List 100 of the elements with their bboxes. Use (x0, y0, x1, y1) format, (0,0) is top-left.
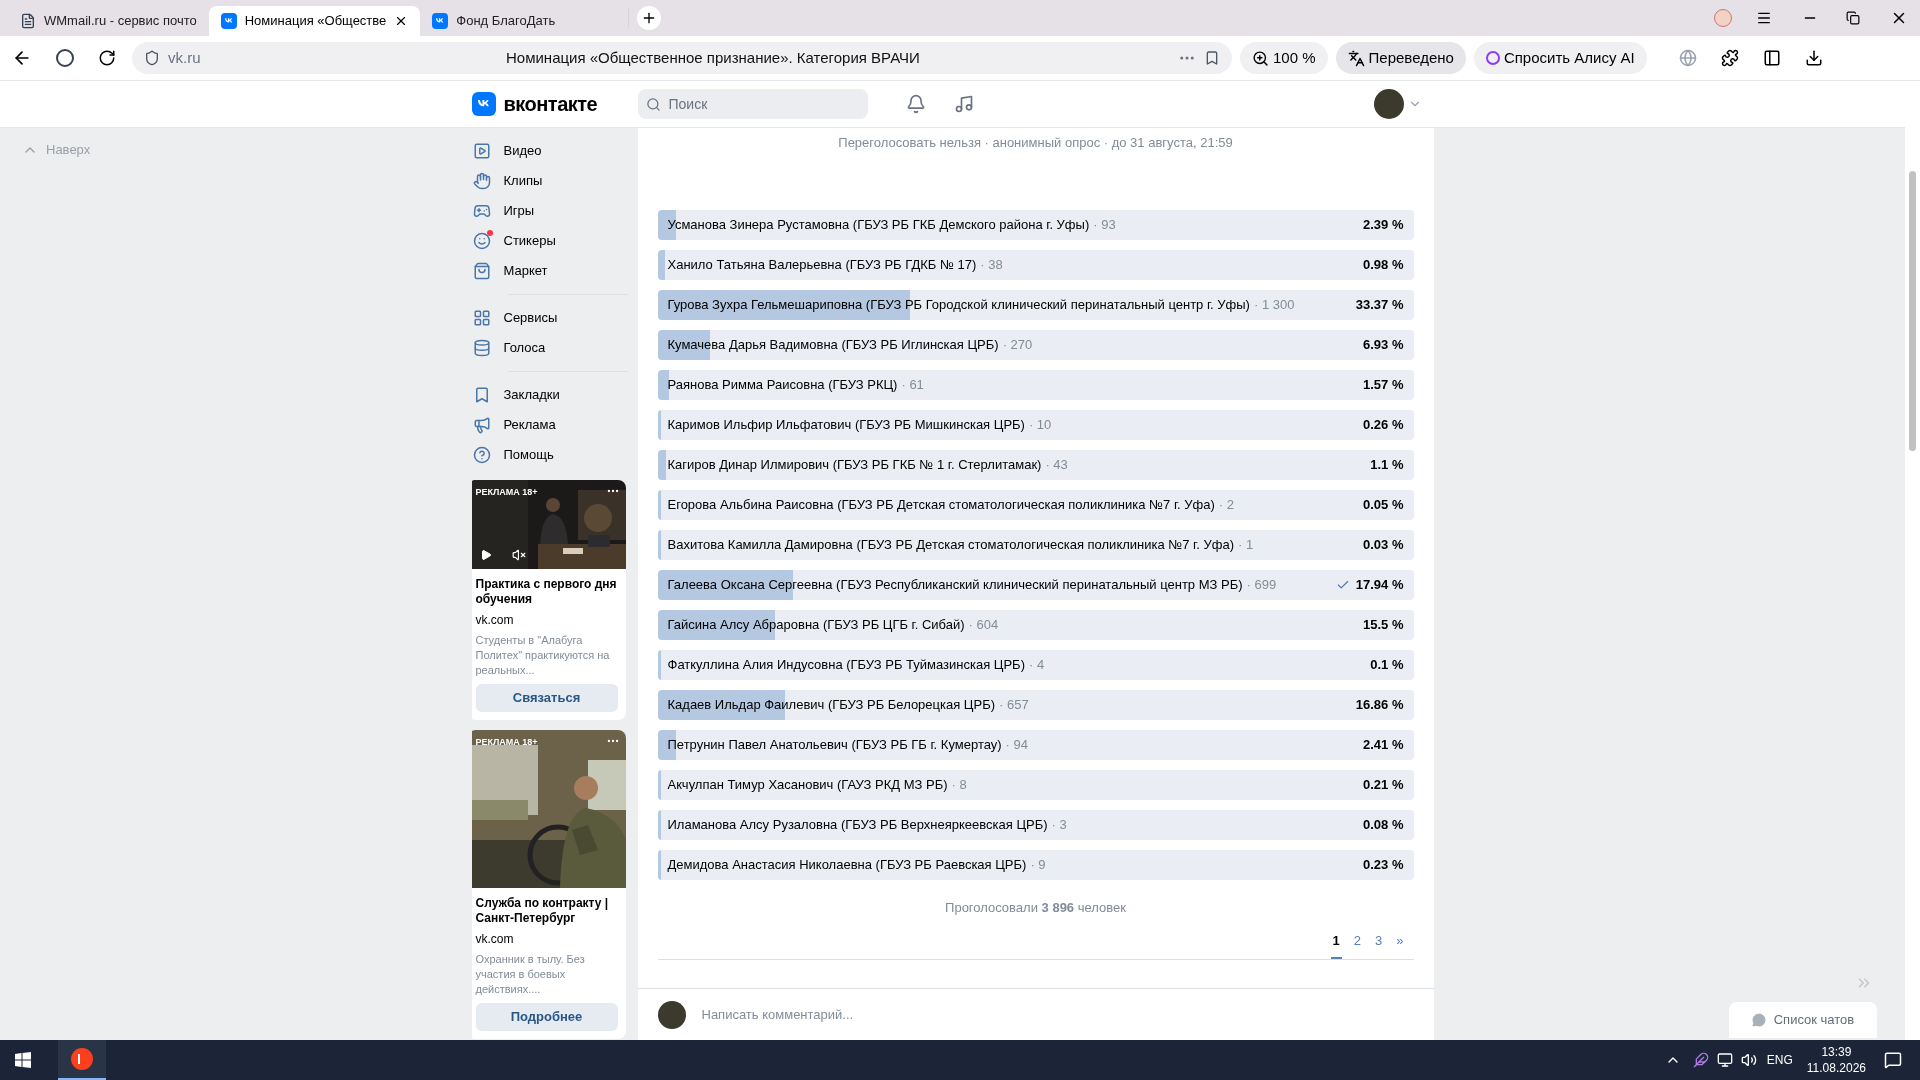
translate-button[interactable]: Переведено (1335, 42, 1466, 74)
nav-item[interactable]: Закладки (471, 380, 628, 410)
option-text: Каримов Ильфир Ильфатович (ГБУЗ РБ Мишкинская ЦРБ) (667, 415, 1025, 434)
vk-logo-text[interactable]: вконтакте (503, 89, 598, 119)
option-text: Акчулпан Тимур Хасанович (ГАУЗ РКД МЗ РБ) (667, 775, 948, 794)
shield-icon (144, 50, 160, 66)
volume-icon[interactable] (1740, 1052, 1757, 1068)
feather-icon[interactable] (1692, 1052, 1709, 1068)
ad-domain[interactable]: vk.com (475, 611, 618, 629)
restore-icon[interactable] (1846, 11, 1860, 25)
vote-count: · 270 (1002, 335, 1033, 354)
option-text: Иламанова Алсу Рузаловна (ГБУЗ РБ Верхнеяркеевская ЦРБ) (667, 815, 1048, 834)
page-link[interactable]: » (1394, 931, 1406, 959)
vote-count: · 94 (1005, 735, 1028, 754)
poll-total: Проголосовали 3 896 человек (944, 898, 1127, 917)
clock[interactable]: 13:39 11.08.2026 (1806, 1044, 1866, 1076)
browser-tab[interactable]: WMmail.ru - сервис почто (8, 6, 209, 36)
play-icon[interactable] (479, 549, 492, 561)
search-field[interactable]: Поиск (637, 89, 868, 119)
search-icon (645, 96, 661, 112)
sidebar-icon[interactable] (1762, 49, 1781, 67)
browser-tab[interactable]: Фонд БлагоДать (420, 6, 621, 36)
browser-taskbar-icon[interactable] (58, 1040, 106, 1080)
vote-percent: 0.1 % (1370, 655, 1404, 674)
alice-button[interactable]: Спросить Алису AI (1473, 42, 1647, 74)
bookmark-icon[interactable] (1204, 50, 1220, 66)
translate-icon (1347, 49, 1365, 67)
mute-icon[interactable] (511, 548, 526, 562)
ad-card[interactable]: РЕКЛАМА 18+ Служба по контракту | Санкт-Петербург vk.com Охранник в тылу. Без участия в боевых действиях.... Подробнее (471, 730, 626, 1039)
vote-count: · 38 (980, 255, 1003, 274)
vote-percent: 33.37 % (1355, 295, 1404, 314)
vote-count: · 61 (901, 375, 924, 394)
browser-tab[interactable]: Номинация «Обществе (208, 6, 421, 36)
new-tab-button[interactable] (637, 6, 662, 30)
vk-logo-icon (432, 13, 449, 29)
page-link[interactable]: 2 (1351, 931, 1364, 959)
nav-item[interactable]: Сервисы (471, 303, 628, 333)
nav-item[interactable]: Помощь (471, 440, 628, 470)
smile-icon (471, 231, 492, 251)
nav-item[interactable]: Игры (471, 196, 628, 226)
nav-item[interactable]: Стикеры (471, 226, 628, 256)
zoom-button[interactable]: 100 % (1240, 42, 1328, 74)
ad-button[interactable]: Подробнее (475, 1003, 618, 1031)
poll-meta: Переголосовать нельзя · анонимный опрос · до 31 августа, 21:59 (837, 134, 1234, 152)
windows-icon[interactable] (15, 1052, 31, 1068)
chat-list-button[interactable]: Список чатов (1729, 1002, 1877, 1038)
vote-percent: 0.23 % (1363, 855, 1404, 874)
extensions-icon[interactable] (1720, 49, 1739, 67)
language-indicator[interactable]: ENG (1766, 1051, 1793, 1069)
download-icon[interactable] (1804, 49, 1823, 67)
avatar[interactable] (1373, 89, 1404, 119)
vote-count: · 10 (1028, 415, 1052, 434)
vote-percent: 0.08 % (1363, 815, 1404, 834)
page-title: Номинация «Общественное признание». Категория ВРАЧИ (506, 47, 920, 68)
vote-count: · 657 (999, 695, 1029, 714)
vote-count: · 1 (1238, 535, 1254, 554)
vote-percent: 0.98 % (1363, 255, 1404, 274)
zoom-icon (1252, 49, 1269, 67)
option-text: Усманова Зинера Рустамовна (ГБУЗ РБ ГКБ Демского района г. Уфы) (667, 215, 1090, 234)
vote-percent: 2.39 % (1363, 215, 1404, 234)
option-text: Вахитова Камилла Дамировна (ГБУЗ РБ Детская стоматологическая поликлиника №7 г. Уфа) (667, 535, 1234, 554)
ad-label: РЕКЛАМА 18+ (475, 486, 538, 499)
option-text: Раянова Римма Раисовна (ГБУЗ РКЦ) (667, 375, 898, 394)
vote-percent: 6.93 % (1363, 335, 1404, 354)
music-icon[interactable] (953, 94, 974, 114)
nav-item[interactable]: Видео (471, 136, 628, 166)
nav-item[interactable]: Реклама (471, 410, 628, 440)
page-link[interactable]: 3 (1373, 931, 1385, 959)
address-bar[interactable]: vk.ru Номинация «Общественное признание». Категория ВРАЧИ (132, 42, 1232, 74)
option-text: Галеева Оксана Сергеевна (ГБУЗ Республиканский клинический перинатальный центр МЗ РБ) (667, 575, 1243, 594)
hand-icon (471, 171, 492, 191)
vote-count: · 2 (1218, 495, 1234, 514)
option-text: Кумачева Дарья Вадимовна (ГБУЗ РБ Иглинская ЦРБ) (667, 335, 999, 354)
ad-description: Охранник в тылу. Без участия в боевых действиях.... (475, 952, 586, 997)
vote-percent: 17.94 % (1355, 575, 1404, 594)
nav-item[interactable]: Маркет (471, 256, 628, 286)
option-text: Гайсина Алсу Абраровна (ГБУЗ РБ ЦГБ г. Сибай) (667, 615, 965, 634)
globe-icon[interactable] (1678, 49, 1697, 67)
reload-icon[interactable] (98, 49, 116, 67)
notifications-icon[interactable] (1884, 1051, 1902, 1069)
ad-domain[interactable]: vk.com (475, 930, 618, 948)
bell-icon[interactable] (905, 94, 926, 114)
nav-item[interactable]: Клипы (471, 166, 628, 196)
nav-item[interactable]: Голоса (471, 333, 628, 363)
network-icon[interactable] (1716, 1052, 1733, 1068)
option-text: Гурова Зухра Гельмешариповна (ГБУЗ РБ Городской клинический перинатальный центр г. Уфы) (667, 295, 1250, 314)
vote-count: · 3 (1051, 815, 1067, 834)
ad-title: Служба по контракту | Санкт-Петербург (475, 896, 610, 926)
vote-percent: 0.03 % (1363, 535, 1404, 554)
menu-icon[interactable] (1756, 10, 1772, 26)
ad-button[interactable]: Связаться (475, 684, 618, 712)
vote-count: · 9 (1030, 855, 1046, 874)
comment-field[interactable]: Написать комментарий... (701, 1004, 1414, 1025)
scrollbar[interactable] (1905, 81, 1920, 1040)
page-link[interactable]: 1 (1330, 931, 1342, 959)
help-icon (471, 445, 492, 465)
ad-card[interactable]: РЕКЛАМА 18+ Практика с первого дня обучения vk.com Студенты в "Алабуга Политех" практикуются на реальных... Связаться (471, 480, 626, 720)
vote-percent: 0.05 % (1363, 495, 1404, 514)
vote-percent: 0.21 % (1363, 775, 1404, 794)
vote-percent: 1.57 % (1363, 375, 1404, 394)
